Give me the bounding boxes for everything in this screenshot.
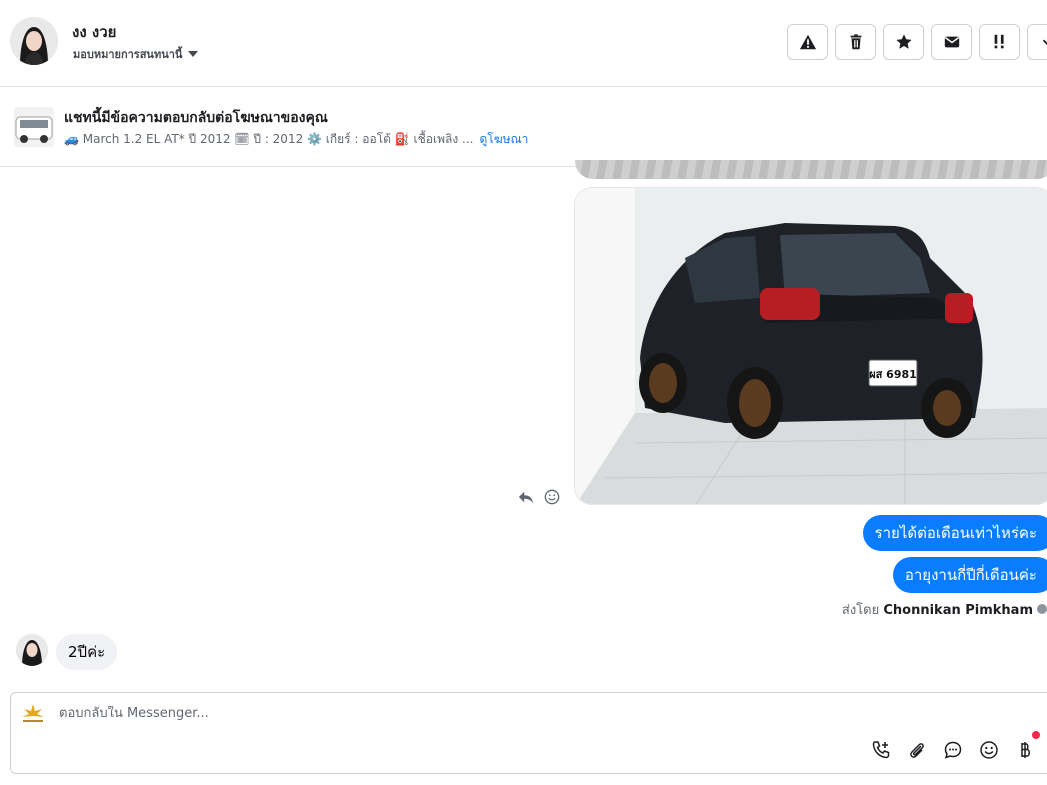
- ad-title: แชทนี้มีข้อความตอบกลับต่อโฆษณาของคุณ: [64, 110, 328, 126]
- warning-icon: [799, 34, 816, 50]
- assign-conversation-dropdown[interactable]: มอบหมายการสนทนานี้: [73, 45, 199, 63]
- sent-by-label: ส่งโดย Chonnikan Pimkham: [842, 599, 1047, 620]
- ad-description: 🚙 March 1.2 EL AT* ปี 2012 🗓 ปี : 2012 ⚙…: [64, 132, 474, 146]
- emoji-icon[interactable]: [978, 739, 1000, 761]
- ad-description-line: 🚙 March 1.2 EL AT* ปี 2012 🗓 ปี : 2012 ⚙…: [64, 130, 528, 149]
- message-actions: [517, 488, 561, 506]
- contact-avatar-small[interactable]: [16, 634, 48, 666]
- react-emoji-icon[interactable]: [543, 488, 561, 506]
- conversation-header: งง งวย มอบหมายการสนทนานี้: [0, 0, 1047, 87]
- saved-replies-icon[interactable]: [942, 739, 964, 761]
- report-spam-button[interactable]: [787, 24, 828, 60]
- reply-icon[interactable]: [517, 488, 535, 506]
- baht-icon[interactable]: [1014, 731, 1040, 761]
- star-button[interactable]: [883, 24, 924, 60]
- previous-image-message[interactable]: [575, 160, 1047, 179]
- sent-by-prefix: ส่งโดย: [841, 603, 880, 618]
- contact-name[interactable]: งง งวย: [72, 20, 116, 44]
- delete-button[interactable]: [835, 24, 876, 60]
- contact-avatar[interactable]: [10, 17, 58, 65]
- reply-composer: [10, 692, 1047, 774]
- seen-indicator-icon: [1037, 604, 1047, 614]
- mark-unread-button[interactable]: [931, 24, 972, 60]
- car-image-message[interactable]: ผส 6981: [574, 187, 1047, 505]
- view-ad-link[interactable]: ดูโฆษณา: [479, 130, 528, 149]
- chevron-down-icon: [1042, 39, 1047, 46]
- notification-dot: [1032, 731, 1040, 739]
- reply-input[interactable]: [59, 706, 759, 721]
- page-logo: [20, 702, 46, 726]
- composer-toolbar: [870, 731, 1040, 761]
- license-plate: ผส 6981: [869, 368, 917, 381]
- mail-icon: [944, 36, 959, 48]
- more-actions-button[interactable]: [1027, 24, 1047, 60]
- ad-context-bar: แชทนี้มีข้อความตอบกลับต่อโฆษณาของคุณ 🚙 M…: [0, 87, 1047, 167]
- caret-down-icon: [188, 51, 199, 57]
- star-icon: [895, 34, 912, 49]
- sender-name: Chonnikan Pimkham: [883, 603, 1033, 618]
- add-call-icon[interactable]: [870, 739, 892, 761]
- incoming-message[interactable]: 2ปีค่ะ: [56, 634, 118, 670]
- ad-thumbnail[interactable]: [14, 107, 54, 147]
- outgoing-message[interactable]: อายุงานกี่ปีกี่เดือนค่ะ: [892, 557, 1047, 593]
- trash-icon: [850, 34, 861, 50]
- assign-label: มอบหมายการสนทนานี้: [73, 48, 183, 61]
- follow-up-button[interactable]: [979, 24, 1020, 60]
- outgoing-message[interactable]: รายได้ต่อเดือนเท่าไหร่คะ: [862, 515, 1047, 551]
- important-icon: [994, 34, 1004, 49]
- attachment-icon[interactable]: [906, 739, 928, 761]
